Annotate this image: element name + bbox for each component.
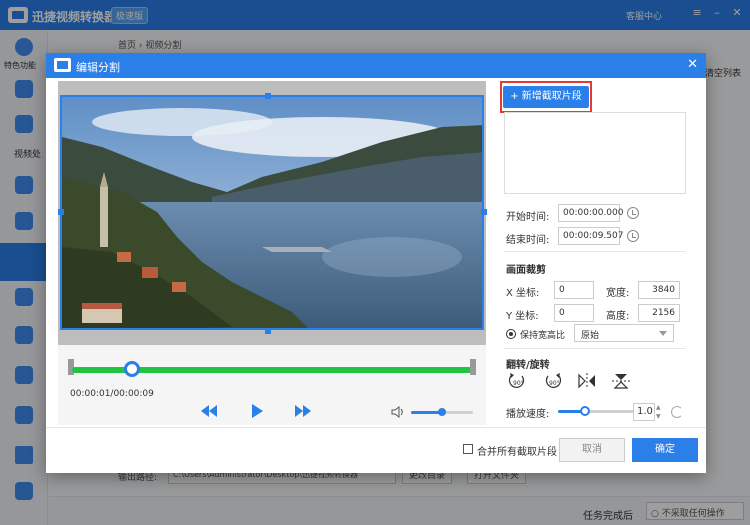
ratio-select[interactable]: 原始 (574, 324, 674, 342)
merge-all-checkbox[interactable] (463, 444, 473, 454)
speed-label: 播放速度: (506, 409, 550, 420)
segment-list[interactable] (504, 112, 686, 194)
video-icon (54, 58, 71, 72)
keep-ratio-label: 保持宽高比 (520, 331, 566, 341)
rotate-right-label: 90° (549, 380, 560, 387)
merge-all-label: 合并所有截取片段 (477, 447, 557, 458)
video-frame[interactable] (60, 95, 484, 330)
keep-ratio-radio[interactable] (506, 329, 516, 339)
flip-vertical-icon[interactable] (610, 371, 632, 391)
video-preview (58, 81, 487, 345)
confirm-button[interactable]: 确定 (632, 438, 698, 462)
end-time-clock-icon[interactable] (627, 230, 639, 242)
volume-knob[interactable] (438, 408, 446, 416)
chevron-down-icon (659, 331, 667, 336)
speed-stepper[interactable]: ▲ ▼ (656, 403, 664, 421)
height-field[interactable]: 2156 (638, 304, 680, 322)
dialog-titlebar: 编辑分割 ✕ (46, 53, 706, 78)
divider (504, 348, 686, 349)
dialog-title: 编辑分割 (76, 61, 120, 74)
volume-icon[interactable] (391, 406, 405, 418)
rewind-icon[interactable] (200, 403, 218, 419)
landscape-image (62, 97, 482, 328)
fast-forward-icon[interactable] (294, 403, 312, 419)
end-time-label: 结束时间: (506, 235, 550, 246)
start-time-label: 开始时间: (506, 212, 550, 223)
start-time-field[interactable]: 00:00:00.000 (558, 204, 623, 222)
add-segment-button[interactable]: + 新增截取片段 (503, 86, 589, 108)
rotate-right-icon[interactable]: 90° (542, 371, 564, 391)
rotate-left-label: 90° (513, 380, 524, 387)
crop-handle-left[interactable] (58, 209, 64, 215)
ratio-select-value: 原始 (581, 331, 600, 341)
end-time-field[interactable]: 00:00:09.507 (558, 227, 623, 245)
crop-section-title: 画面裁剪 (506, 265, 546, 276)
trim-end-handle[interactable] (470, 359, 476, 375)
x-coord-label: X 坐标: (506, 288, 540, 299)
start-time-clock-icon[interactable] (627, 207, 639, 219)
width-label: 宽度: (606, 288, 630, 299)
y-coord-label: Y 坐标: (506, 311, 539, 322)
dialog-close-icon[interactable]: ✕ (687, 57, 698, 72)
time-display: 00:00:01/00:00:09 (70, 389, 154, 399)
x-coord-field[interactable]: 0 (554, 281, 594, 299)
playhead-knob[interactable] (124, 361, 140, 377)
cancel-button[interactable]: 取消 (559, 438, 625, 462)
reset-speed-icon[interactable] (671, 406, 683, 418)
footer-divider (46, 427, 706, 428)
width-field[interactable]: 3840 (638, 281, 680, 299)
crop-handle-bottom[interactable] (265, 328, 271, 334)
speed-field[interactable]: 1.0 (633, 403, 655, 421)
rotate-section-title: 翻转/旋转 (506, 360, 550, 371)
play-icon[interactable] (248, 403, 266, 419)
height-label: 高度: (606, 311, 630, 322)
speed-knob[interactable] (579, 406, 590, 416)
crop-handle-top[interactable] (265, 93, 271, 99)
player-controls: 00:00:01/00:00:09 (58, 345, 486, 425)
rotate-left-icon[interactable]: 90° (506, 371, 528, 391)
y-coord-field[interactable]: 0 (554, 304, 594, 322)
divider (504, 251, 686, 252)
flip-horizontal-icon[interactable] (576, 371, 598, 391)
